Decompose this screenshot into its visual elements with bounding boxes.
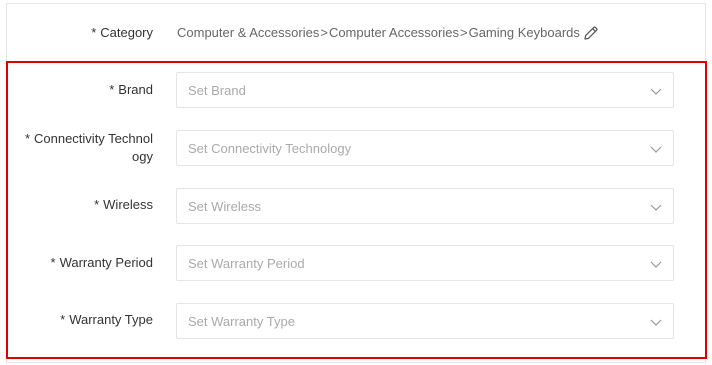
- warranty-type-row: * Warranty Type Set Warranty Type: [7, 303, 705, 339]
- category-label-text: Category: [100, 25, 153, 40]
- connectivity-technology-label: * Connectivity Technol ogy: [25, 130, 153, 166]
- warranty-type-select[interactable]: Set Warranty Type: [176, 303, 674, 339]
- category-row: * Category Computer & Accessories>Compute…: [7, 4, 705, 62]
- warranty-type-label-text: Warranty Type: [69, 312, 153, 327]
- wireless-label: * Wireless: [94, 196, 153, 214]
- required-mark: *: [109, 82, 115, 97]
- required-mark: *: [60, 312, 66, 327]
- required-mark: *: [94, 197, 100, 212]
- category-path-level-1: Computer & Accessories: [177, 25, 320, 40]
- wireless-label-text: Wireless: [103, 197, 153, 212]
- connectivity-technology-row: * Connectivity Technol ogy Set Connectivi…: [7, 130, 705, 166]
- warranty-period-label: * Warranty Period: [51, 254, 154, 272]
- brand-placeholder: Set Brand: [188, 83, 246, 98]
- brand-row: * Brand Set Brand: [7, 72, 705, 108]
- chevron-down-icon: [650, 146, 662, 153]
- warranty-period-select[interactable]: Set Warranty Period: [176, 245, 674, 281]
- category-path-level-3: Gaming Keyboards: [468, 25, 580, 40]
- brand-select[interactable]: Set Brand: [176, 72, 674, 108]
- warranty-type-placeholder: Set Warranty Type: [188, 314, 295, 329]
- category-path-level-2: Computer Accessories: [328, 25, 459, 40]
- category-separator: >: [460, 25, 468, 40]
- category-label: * Category: [91, 24, 153, 42]
- warranty-period-label-text: Warranty Period: [59, 255, 153, 270]
- wireless-select[interactable]: Set Wireless: [176, 188, 674, 224]
- connectivity-technology-select[interactable]: Set Connectivity Technology: [176, 130, 674, 166]
- chevron-down-icon: [650, 319, 662, 326]
- chevron-down-icon: [650, 88, 662, 95]
- required-mark: *: [50, 255, 56, 270]
- wireless-placeholder: Set Wireless: [188, 199, 261, 214]
- pencil-icon[interactable]: [582, 24, 600, 42]
- product-attributes-card: * Category Computer & Accessories>Compute…: [6, 3, 706, 363]
- warranty-type-label: * Warranty Type: [60, 311, 153, 329]
- required-mark: *: [24, 131, 30, 146]
- chevron-down-icon: [650, 261, 662, 268]
- wireless-row: * Wireless Set Wireless: [7, 188, 705, 224]
- category-path: Computer & Accessories>Computer Accessor…: [177, 24, 580, 42]
- warranty-period-placeholder: Set Warranty Period: [188, 256, 305, 271]
- brand-label: * Brand: [109, 81, 153, 99]
- connectivity-technology-label-text: Connectivity Technol ogy: [34, 131, 153, 164]
- warranty-period-row: * Warranty Period Set Warranty Period: [7, 245, 705, 281]
- required-mark: *: [91, 25, 97, 40]
- brand-label-text: Brand: [118, 82, 153, 97]
- connectivity-technology-placeholder: Set Connectivity Technology: [188, 141, 352, 156]
- chevron-down-icon: [650, 204, 662, 211]
- category-separator: >: [320, 25, 328, 40]
